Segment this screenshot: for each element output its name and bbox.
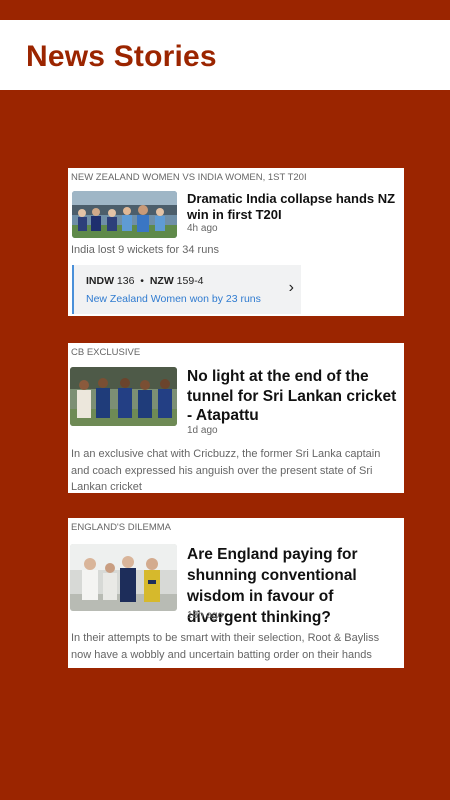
story-category: NEW ZEALAND WOMEN VS INDIA WOMEN, 1ST T2…: [71, 172, 307, 183]
team1-score: 136: [116, 275, 135, 287]
story-time: 18h ago: [187, 610, 224, 621]
score-separator: •: [140, 275, 144, 287]
app-header: News Stories: [0, 20, 450, 90]
news-card[interactable]: CB EXCLUSIVE No light at the end of the …: [68, 343, 404, 493]
team2-name: NZW: [149, 275, 174, 287]
story-headline[interactable]: No light at the end of the tunnel for Sr…: [187, 367, 404, 426]
page-title: News Stories: [26, 40, 217, 73]
chevron-right-icon[interactable]: ›: [289, 279, 294, 297]
match-result[interactable]: New Zealand Women won by 23 runs: [86, 293, 261, 305]
story-thumbnail[interactable]: [70, 544, 177, 611]
news-card[interactable]: ENGLAND'S DILEMMA Are England paying for…: [68, 518, 404, 668]
team2-score: 159-4: [176, 275, 204, 287]
story-category: ENGLAND'S DILEMMA: [71, 522, 172, 533]
story-thumbnail[interactable]: [70, 367, 177, 426]
story-time: 4h ago: [187, 223, 218, 234]
team1-name: INDW: [86, 275, 114, 287]
status-bar: [0, 0, 450, 20]
story-time: 1d ago: [187, 425, 218, 436]
news-card[interactable]: NEW ZEALAND WOMEN VS INDIA WOMEN, 1ST T2…: [68, 168, 404, 316]
score-line: INDW 136 • NZW 159-4: [86, 275, 204, 287]
story-category: CB EXCLUSIVE: [71, 347, 141, 358]
story-summary: India lost 9 wickets for 34 runs: [71, 244, 219, 256]
story-thumbnail[interactable]: [72, 191, 177, 238]
scorecard-widget[interactable]: INDW 136 • NZW 159-4 New Zealand Women w…: [72, 265, 301, 314]
story-summary: In their attempts to be smart with their…: [71, 632, 380, 661]
story-headline[interactable]: Dramatic India collapse hands NZ win in …: [187, 191, 399, 223]
story-summary: In an exclusive chat with Cricbuzz, the …: [71, 448, 381, 493]
